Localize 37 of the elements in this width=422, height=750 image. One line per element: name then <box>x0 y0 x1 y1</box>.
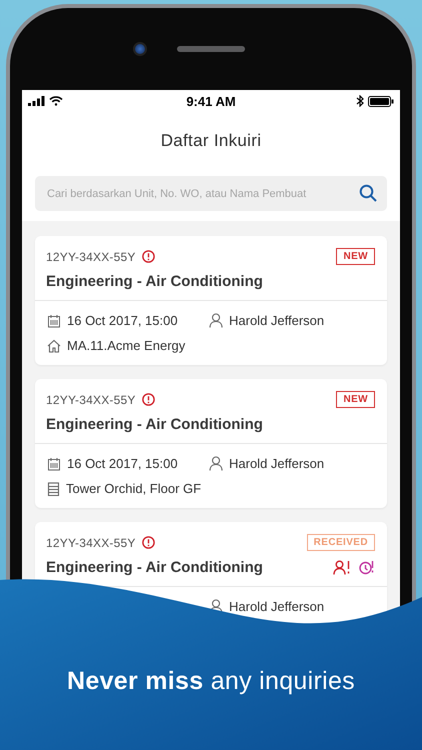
promo-caption: Never miss any inquiries <box>66 667 356 696</box>
camera-icon <box>133 42 147 56</box>
building-icon <box>47 482 60 496</box>
inquiry-code: 12YY-34XX-55Y <box>46 392 136 406</box>
status-time: 9:41 AM <box>186 94 236 108</box>
battery-icon <box>368 96 394 106</box>
calendar-icon <box>47 314 61 328</box>
wifi-icon <box>49 96 63 106</box>
page-title: Daftar Inkuiri <box>160 131 262 151</box>
search-icon[interactable] <box>359 184 377 202</box>
inquiry-title: Engineering - Air Conditioning <box>46 559 263 576</box>
signal-icon <box>28 96 45 106</box>
location-text: Tower Orchid, Floor GF <box>66 481 202 496</box>
requester-name: Harold Jefferson <box>229 313 324 328</box>
location-text: MA.11.Acme Energy <box>67 338 186 353</box>
clock-alert-icon <box>359 560 375 575</box>
inquiry-code: 12YY-34XX-55Y <box>46 250 136 264</box>
status-label: NEW <box>336 248 375 265</box>
date-time: 16 Oct 2017, 15:00 <box>67 313 178 328</box>
inquiry-card[interactable]: 12YY-34XX-55Y NEW Engineering - Air Conditioning 16 Oct 2017, 15:00 Harold Jefferson MA.11.Acme Energy <box>35 236 387 365</box>
bluetooth-icon <box>356 95 364 107</box>
requester-name: Harold Jefferson <box>229 599 324 614</box>
requester-name: Harold Jefferson <box>229 456 324 471</box>
inquiry-card[interactable]: 12YY-34XX-55Y NEW Engineering - Air Conditioning 16 Oct 2017, 15:00 Harold Jefferson Tower Orchid, Floor GF <box>35 379 387 508</box>
inquiry-title: Engineering - Air Conditioning <box>46 416 263 433</box>
person-icon <box>209 456 223 471</box>
inquiry-title: Engineering - Air Conditioning <box>46 273 263 290</box>
person-icon <box>209 313 223 328</box>
status-label: NEW <box>336 391 375 408</box>
search-field[interactable]: Cari berdasarkan Unit, No. WO, atau Nama Pembuat <box>35 176 387 211</box>
person-alert-icon <box>333 560 351 575</box>
calendar-icon <box>47 456 61 470</box>
house-icon <box>47 338 61 352</box>
date-time: 16 Oct 2017, 15:00 <box>67 456 178 471</box>
inquiry-code: 12YY-34XX-55Y <box>46 536 136 550</box>
speaker-grille <box>177 46 245 52</box>
status-label: RECEIVED <box>306 534 375 551</box>
